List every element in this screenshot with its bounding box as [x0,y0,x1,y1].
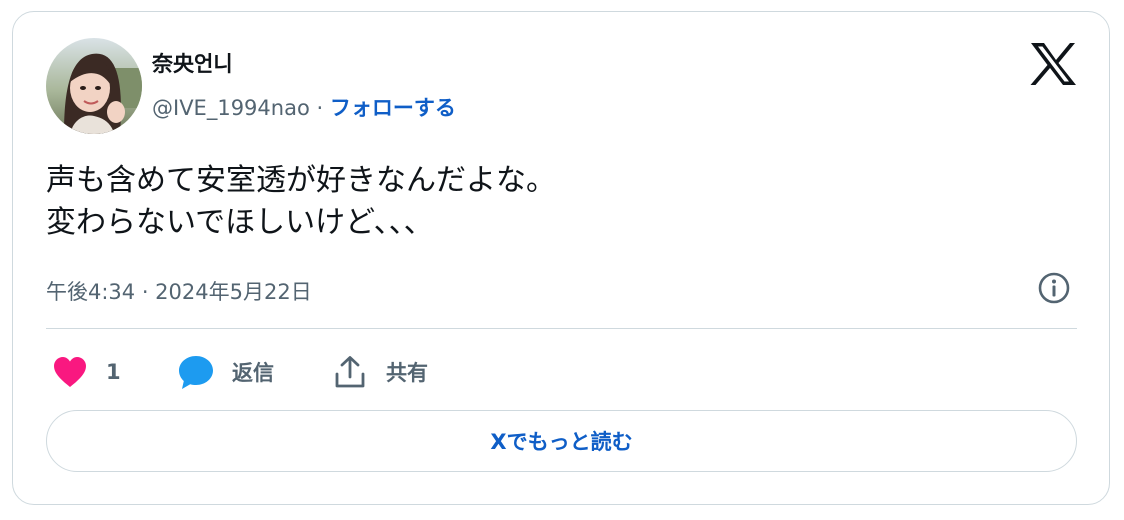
share-label: 共有 [386,361,428,385]
share-button[interactable]: 共有 [330,352,428,392]
author-display-name[interactable]: 奈央언니 [152,48,233,78]
follow-button[interactable]: フォローする [330,96,456,120]
like-count: 1 [106,360,121,384]
x-logo-icon[interactable] [1029,42,1077,86]
divider [46,328,1077,329]
separator-dot: · [316,96,324,120]
read-more-button[interactable]: Xでもっと読む [46,410,1077,472]
tweet-text: 声も含めて安室透が好きなんだよな。 変わらないでほしいけど、、、 [46,163,556,240]
heart-icon [50,352,90,392]
avatar-image [46,38,142,134]
reply-label: 返信 [232,361,274,385]
share-icon [330,352,370,392]
reply-bubble-icon [176,352,216,392]
reply-button[interactable]: 返信 [176,352,274,392]
author-handle-line: @IVE_1994nao · フォローする [152,92,456,122]
tweet-timestamp[interactable]: 午後4:34 · 2024年5月22日 [46,276,312,306]
author-handle[interactable]: @IVE_1994nao [152,96,310,120]
avatar[interactable] [46,38,142,134]
like-button[interactable]: 1 [50,352,121,392]
info-icon[interactable] [1036,270,1072,306]
